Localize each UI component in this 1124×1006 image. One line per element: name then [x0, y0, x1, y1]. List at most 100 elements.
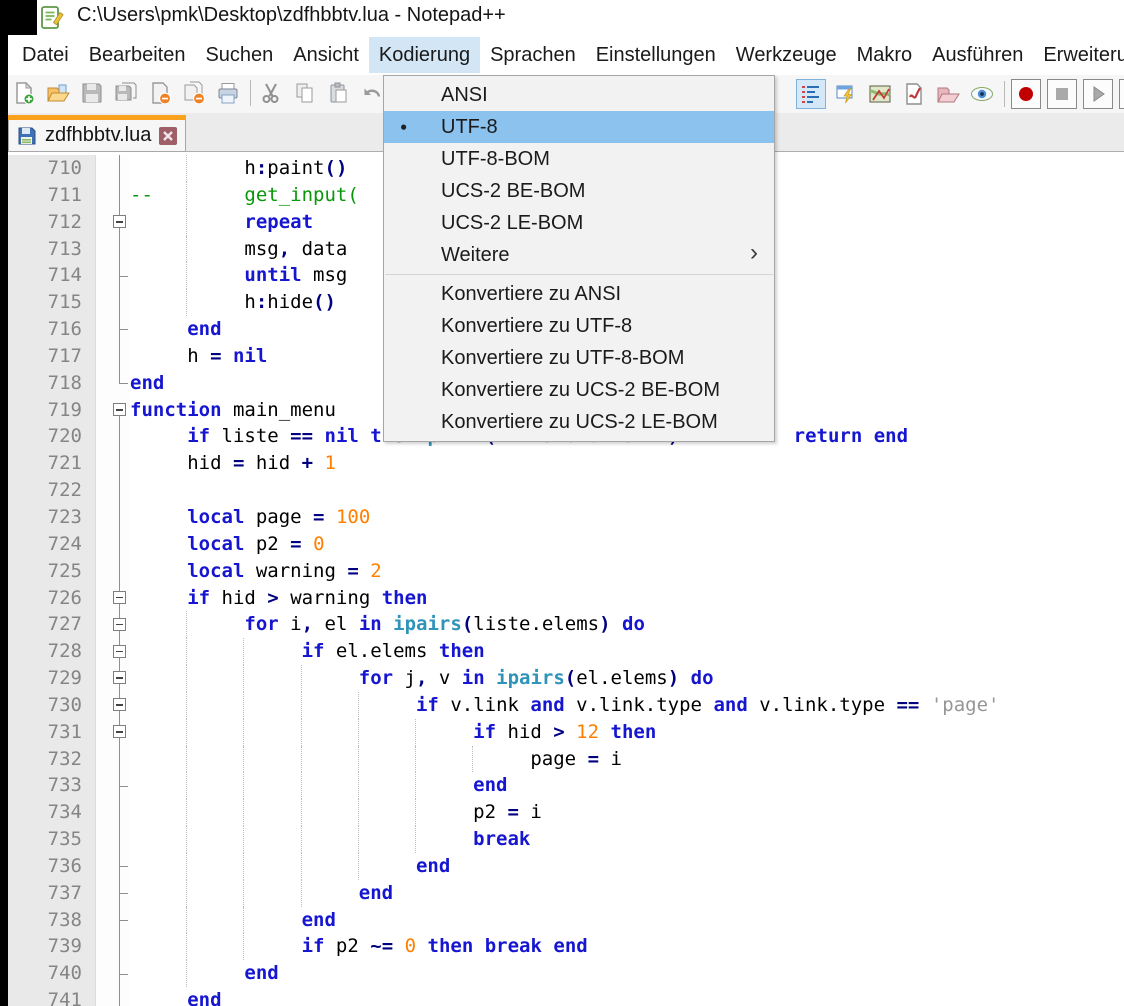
- save-all-icon[interactable]: [112, 79, 140, 107]
- indent-guide: [243, 907, 244, 934]
- menubar-item-einstellungen[interactable]: Einstellungen: [586, 37, 726, 73]
- code-line-741: 741 end: [8, 987, 1124, 1006]
- line-number: 722: [8, 477, 96, 504]
- code-line-725: 725 local warning = 2: [8, 558, 1124, 585]
- line-number: 739: [8, 933, 96, 960]
- fold-margin-cell[interactable]: [96, 665, 129, 692]
- indent-guide: [301, 880, 302, 907]
- stop-macro-icon[interactable]: [1047, 79, 1077, 109]
- code-text[interactable]: for i, el in ipairs(liste.elems) do: [129, 611, 1124, 638]
- copy-icon[interactable]: [291, 79, 319, 107]
- menu-item-label: UTF-8: [441, 116, 498, 139]
- code-line-733: 733 end: [8, 772, 1124, 799]
- menubar-item-erweiterungen[interactable]: Erweiterungen: [1033, 37, 1124, 73]
- fold-margin-cell[interactable]: [96, 719, 129, 746]
- menubar-item-suchen[interactable]: Suchen: [195, 37, 283, 73]
- code-line-728: 728 if el.elems then: [8, 638, 1124, 665]
- menubar-item-werkzeuge[interactable]: Werkzeuge: [726, 37, 847, 73]
- code-text[interactable]: [129, 477, 1124, 504]
- code-line-727: 727 for i, el in ipairs(liste.elems) do: [8, 611, 1124, 638]
- show-all-characters-icon[interactable]: [796, 79, 826, 109]
- code-text[interactable]: end: [129, 907, 1124, 934]
- step-macro-icon[interactable]: [1119, 79, 1124, 109]
- indent-guide: [358, 719, 359, 746]
- code-text[interactable]: end: [129, 960, 1124, 987]
- menubar-item-makro[interactable]: Makro: [847, 37, 923, 73]
- menu-item-weitere[interactable]: Weitere›: [384, 239, 774, 271]
- menu-item-utf-8-bom[interactable]: UTF-8-BOM: [384, 143, 774, 175]
- line-number: 725: [8, 558, 96, 585]
- toolbar-right-group: [796, 79, 1124, 109]
- code-text[interactable]: hid = hid + 1: [129, 450, 1124, 477]
- code-text[interactable]: for j, v in ipairs(el.elems) do: [129, 665, 1124, 692]
- fold-margin-cell[interactable]: [96, 209, 129, 236]
- fold-margin-cell[interactable]: [96, 585, 129, 612]
- tab-label: zdfhbbtv.lua: [45, 124, 151, 147]
- code-text[interactable]: if v.link and v.link.type and v.link.typ…: [129, 692, 1124, 719]
- menubar-item-datei[interactable]: Datei: [12, 37, 79, 73]
- indent-guide: [301, 719, 302, 746]
- menu-item-konvertiere-zu-ucs-2-le-bom[interactable]: Konvertiere zu UCS-2 LE-BOM: [384, 406, 774, 438]
- preview-eye-icon[interactable]: [968, 80, 996, 108]
- code-line-723: 723 local page = 100: [8, 504, 1124, 531]
- fold-margin-cell[interactable]: [96, 692, 129, 719]
- menu-item-label: Konvertiere zu ANSI: [441, 283, 621, 306]
- indent-guide: [186, 611, 187, 638]
- fold-margin-cell: [96, 155, 129, 182]
- desktop-edge-corner: [0, 0, 37, 35]
- menu-item-konvertiere-zu-utf-8[interactable]: Konvertiere zu UTF-8: [384, 310, 774, 342]
- fold-margin-cell: [96, 960, 129, 987]
- document-map-icon[interactable]: [866, 80, 894, 108]
- menubar-item-kodierung[interactable]: Kodierung: [369, 37, 480, 73]
- new-file-icon[interactable]: [10, 79, 38, 107]
- tab-close-icon[interactable]: [159, 127, 177, 145]
- fold-margin-cell[interactable]: [96, 638, 129, 665]
- cut-icon[interactable]: [257, 79, 285, 107]
- launch-run-icon[interactable]: [832, 80, 860, 108]
- code-text[interactable]: end: [129, 987, 1124, 1006]
- open-file-icon[interactable]: [44, 79, 72, 107]
- line-number: 718: [8, 370, 96, 397]
- menu-item-utf-8[interactable]: ●UTF-8: [384, 111, 774, 143]
- code-text[interactable]: break: [129, 826, 1124, 853]
- print-icon[interactable]: [214, 79, 242, 107]
- fold-margin-cell[interactable]: [96, 611, 129, 638]
- code-text[interactable]: if p2 ~= 0 then break end: [129, 933, 1124, 960]
- menu-item-konvertiere-zu-ucs-2-be-bom[interactable]: Konvertiere zu UCS-2 BE-BOM: [384, 374, 774, 406]
- playback-macro-icon[interactable]: [1083, 79, 1113, 109]
- menubar-item-ansicht[interactable]: Ansicht: [283, 37, 369, 73]
- notepad-plus-plus-window: C:\Users\pmk\Desktop\zdfhbbtv.lua - Note…: [0, 0, 1124, 1006]
- code-text[interactable]: local warning = 2: [129, 558, 1124, 585]
- code-text[interactable]: if el.elems then: [129, 638, 1124, 665]
- indent-guide: [358, 746, 359, 773]
- menu-item-ucs-2-be-bom[interactable]: UCS-2 BE-BOM: [384, 175, 774, 207]
- macro-doc-icon[interactable]: [900, 80, 928, 108]
- menu-item-konvertiere-zu-ansi[interactable]: Konvertiere zu ANSI: [384, 278, 774, 310]
- menu-item-konvertiere-zu-utf-8-bom[interactable]: Konvertiere zu UTF-8-BOM: [384, 342, 774, 374]
- menu-item-ucs-2-le-bom[interactable]: UCS-2 LE-BOM: [384, 207, 774, 239]
- menu-item-ansi[interactable]: ANSI: [384, 79, 774, 111]
- menubar-item-ausf-hren[interactable]: Ausführen: [922, 37, 1033, 73]
- menubar-item-sprachen[interactable]: Sprachen: [480, 37, 586, 73]
- code-text[interactable]: if hid > warning then: [129, 585, 1124, 612]
- code-text[interactable]: end: [129, 880, 1124, 907]
- code-text[interactable]: p2 = i: [129, 799, 1124, 826]
- indent-guide: [186, 155, 187, 182]
- indent-guide: [243, 746, 244, 773]
- save-icon[interactable]: [78, 79, 106, 107]
- close-icon[interactable]: [146, 79, 174, 107]
- line-number: 738: [8, 907, 96, 934]
- tab-zdfhbbtv-lua[interactable]: zdfhbbtv.lua: [8, 115, 186, 152]
- close-all-icon[interactable]: [180, 79, 208, 107]
- code-text[interactable]: end: [129, 772, 1124, 799]
- code-text[interactable]: local p2 = 0: [129, 531, 1124, 558]
- code-text[interactable]: local page = 100: [129, 504, 1124, 531]
- fold-margin-cell[interactable]: [96, 397, 129, 424]
- record-macro-icon[interactable]: [1011, 79, 1041, 109]
- folder-workspace-icon[interactable]: [934, 80, 962, 108]
- code-text[interactable]: end: [129, 853, 1124, 880]
- paste-icon[interactable]: [325, 79, 353, 107]
- menubar-item-bearbeiten[interactable]: Bearbeiten: [79, 37, 196, 73]
- code-text[interactable]: if hid > 12 then: [129, 719, 1124, 746]
- code-text[interactable]: page = i: [129, 746, 1124, 773]
